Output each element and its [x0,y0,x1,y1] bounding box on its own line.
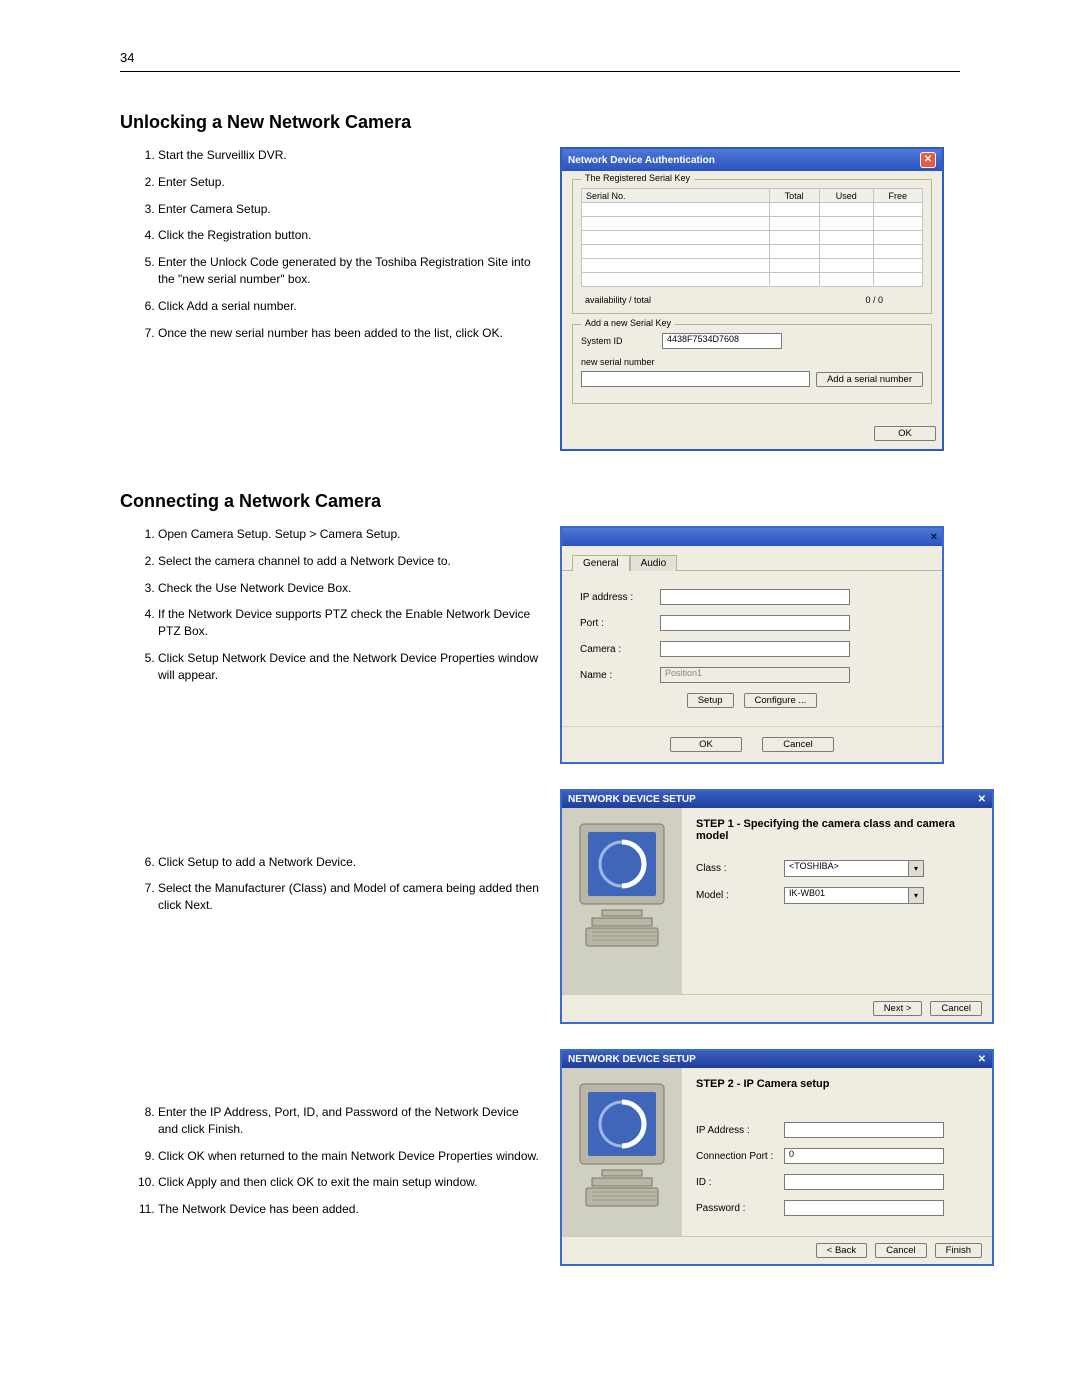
heading-unlocking: Unlocking a New Network Camera [120,112,960,133]
ip-label: IP address : [580,592,650,603]
dialog-network-device-authentication: Network Device Authentication ✕ The Regi… [560,147,944,451]
close-icon[interactable]: ✕ [920,152,936,168]
list-item: Open Camera Setup. Setup > Camera Setup. [158,526,540,543]
configure-button[interactable]: Configure ... [744,693,818,708]
id-label: ID : [696,1177,776,1188]
back-button[interactable]: < Back [816,1243,867,1258]
new-serial-label: new serial number [581,357,923,367]
next-button[interactable]: Next > [873,1001,923,1016]
cancel-button[interactable]: Cancel [875,1243,927,1258]
connecting-steps-a: Open Camera Setup. Setup > Camera Setup.… [120,526,540,684]
availability-label: availability / total [585,295,651,305]
close-icon[interactable]: ✕ [978,794,986,805]
availability-value: 0 / 0 [865,295,883,305]
model-label: Model : [696,890,776,901]
password-input[interactable] [784,1200,944,1216]
dialog-network-device-setup-step1: NETWORK DEVICE SETUP ✕ [560,789,994,1024]
camera-label: Camera : [580,644,650,655]
connecting-steps-b: Click Setup to add a Network Device. Sel… [120,854,540,914]
chevron-down-icon: ▾ [908,861,923,876]
col-total: Total [769,189,819,203]
list-item: Enter the IP Address, Port, ID, and Pass… [158,1104,540,1138]
port-label: Port : [580,618,650,629]
tab-audio[interactable]: Audio [630,555,678,571]
ok-button[interactable]: OK [874,426,936,441]
connecting-steps-c: Enter the IP Address, Port, ID, and Pass… [120,1104,540,1218]
list-item: Start the Surveillix DVR. [158,147,540,164]
dialog-title: NETWORK DEVICE SETUP [568,794,696,805]
serial-table: Serial No. Total Used Free [581,188,923,287]
col-used: Used [819,189,873,203]
group-legend: The Registered Serial Key [581,173,694,183]
dialog-title: NETWORK DEVICE SETUP [568,1054,696,1065]
dialog-network-device-setup-step2: NETWORK DEVICE SETUP ✕ [560,1049,994,1266]
col-serial: Serial No. [582,189,770,203]
list-item: Enter Camera Setup. [158,201,540,218]
cancel-button[interactable]: Cancel [930,1001,982,1016]
list-item: Click the Registration button. [158,227,540,244]
list-item: Select the Manufacturer (Class) and Mode… [158,880,540,914]
tab-general[interactable]: General [572,555,630,571]
unlocking-steps: Start the Surveillix DVR. Enter Setup. E… [120,147,540,341]
name-label: Name : [580,670,650,681]
class-label: Class : [696,863,776,874]
monitor-art-icon [572,1078,672,1228]
system-id-field[interactable]: 4438F7534D7608 [662,333,782,349]
list-item: Select the camera channel to add a Netwo… [158,553,540,570]
heading-connecting: Connecting a Network Camera [120,491,960,512]
top-divider [120,71,960,72]
group-legend: Add a new Serial Key [581,318,675,328]
close-icon[interactable]: ✕ [978,1054,986,1065]
dialog-camera-properties: ✕ General Audio IP address : Port : Came… [560,526,944,764]
list-item: Click Add a serial number. [158,298,540,315]
model-select[interactable]: IK-WB01▾ [784,887,924,904]
wizard-step-title: STEP 1 - Specifying the camera class and… [696,818,978,842]
close-icon[interactable]: ✕ [930,532,938,543]
col-free: Free [873,189,922,203]
port-input[interactable] [660,615,850,631]
ip-label: IP Address : [696,1125,776,1136]
cancel-button[interactable]: Cancel [762,737,834,752]
name-input[interactable]: Position1 [660,667,850,683]
list-item: The Network Device has been added. [158,1201,540,1218]
camera-input[interactable] [660,641,850,657]
port-label: Connection Port : [696,1151,776,1162]
list-item: Check the Use Network Device Box. [158,580,540,597]
monitor-art-icon [572,818,672,968]
list-item: Enter Setup. [158,174,540,191]
list-item: Click Setup to add a Network Device. [158,854,540,871]
new-serial-input[interactable] [581,371,810,387]
list-item: Click Setup Network Device and the Netwo… [158,650,540,684]
system-id-label: System ID [581,336,656,346]
add-serial-button[interactable]: Add a serial number [816,372,923,387]
list-item: Once the new serial number has been adde… [158,325,540,342]
wizard-step-title: STEP 2 - IP Camera setup [696,1078,978,1090]
dialog-title: Network Device Authentication [568,155,715,166]
port-input[interactable]: 0 [784,1148,944,1164]
page-number: 34 [120,50,960,65]
ip-input[interactable] [784,1122,944,1138]
list-item: Enter the Unlock Code generated by the T… [158,254,540,288]
chevron-down-icon: ▾ [908,888,923,903]
list-item: Click OK when returned to the main Netwo… [158,1148,540,1165]
finish-button[interactable]: Finish [935,1243,982,1258]
id-input[interactable] [784,1174,944,1190]
ip-input[interactable] [660,589,850,605]
ok-button[interactable]: OK [670,737,742,752]
class-select[interactable]: <TOSHIBA>▾ [784,860,924,877]
password-label: Password : [696,1203,776,1214]
setup-button[interactable]: Setup [687,693,734,708]
list-item: If the Network Device supports PTZ check… [158,606,540,640]
list-item: Click Apply and then click OK to exit th… [158,1174,540,1191]
